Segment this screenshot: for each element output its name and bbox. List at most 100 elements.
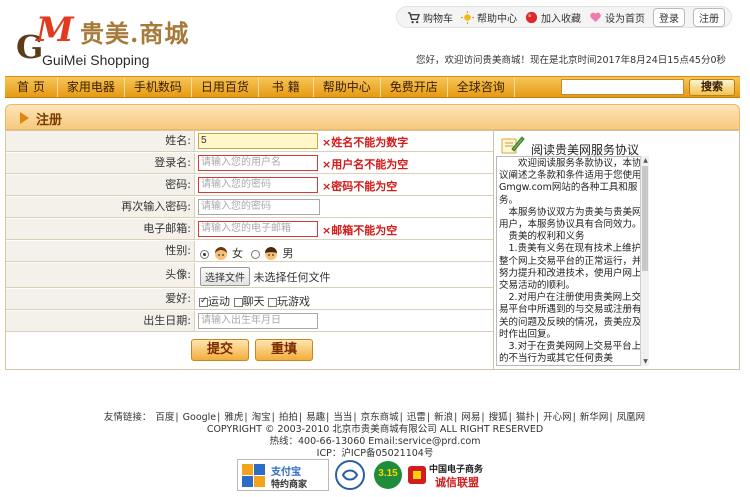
row-email: 电子邮箱: 请输入您的电子邮箱 ×邮箱不能为空 bbox=[6, 219, 496, 240]
shield-icon bbox=[335, 460, 365, 490]
agreement-paragraph: 本服务协议双方为贵美与贵美网用户，本服务协议具有合同效力。 bbox=[499, 206, 642, 231]
nav-item-digital[interactable]: 手机数码 bbox=[125, 77, 192, 97]
gender-female-label: 女 bbox=[232, 247, 243, 260]
homepage-label: 设为首页 bbox=[605, 13, 645, 25]
nav-item-help[interactable]: 帮助中心 bbox=[314, 77, 381, 97]
password-confirm-input[interactable]: 请输入您的密码 bbox=[198, 199, 320, 215]
row-password-confirm: 再次输入密码: 请输入您的密码 bbox=[6, 197, 496, 218]
reset-button[interactable]: 重填 bbox=[255, 339, 313, 361]
logo-mark-m: M bbox=[36, 10, 74, 50]
row-avatar: 头像: 选择文件 未选择任何文件 bbox=[6, 263, 496, 288]
hobby-game-label: 玩游戏 bbox=[277, 295, 310, 308]
password-input[interactable]: 请输入您的密码 bbox=[198, 177, 318, 193]
nav-item-global[interactable]: 全球咨询 bbox=[448, 77, 515, 97]
friend-link[interactable]: 雅虎 bbox=[223, 412, 244, 423]
email-error: ×邮箱不能为空 bbox=[322, 224, 398, 237]
ecommerce-sub-label: 诚信联盟 bbox=[435, 476, 479, 489]
hobby-sport-checkbox[interactable] bbox=[199, 296, 208, 307]
315-badge[interactable]: 3.15 bbox=[373, 459, 403, 491]
choose-file-button[interactable]: 选择文件 bbox=[200, 267, 250, 286]
nav-item-appliances[interactable]: 家用电器 bbox=[58, 77, 125, 97]
friend-link[interactable]: 开心网 bbox=[542, 412, 573, 423]
search-input[interactable] bbox=[561, 79, 684, 95]
row-password: 密码: 请输入您的密码 ×密码不能为空 bbox=[6, 175, 496, 196]
alipay-badge[interactable]: 支付宝 特约商家 bbox=[237, 459, 329, 491]
hobby-game-checkbox[interactable] bbox=[268, 297, 277, 307]
file-status: 未选择任何文件 bbox=[253, 271, 331, 284]
row-name: 姓名: 5 ×姓名不能为数字 bbox=[6, 131, 496, 152]
ecommerce-logo-icon bbox=[408, 466, 426, 484]
ecommerce-badge[interactable]: 中国电子商务 诚信联盟 bbox=[407, 459, 517, 491]
row-hobby: 爱好: 运动 聊天 玩游戏 bbox=[6, 289, 496, 310]
friend-link[interactable]: 拍拍 bbox=[278, 412, 299, 423]
name-input[interactable]: 5 bbox=[198, 133, 318, 149]
nav-item-daily[interactable]: 日用百货 bbox=[192, 77, 259, 97]
birthday-input[interactable]: 请输入出生年月日 bbox=[198, 313, 318, 329]
submit-button[interactable]: 提交 bbox=[191, 339, 249, 361]
agreement-header: 阅读贵美网服务协议 bbox=[494, 131, 739, 157]
avatar-label: 头像: bbox=[6, 263, 195, 287]
copyright-text: COPYRIGHT © 2003-2010 北京市贵美商城有限公司 ALL RI… bbox=[206, 424, 544, 435]
puzzle-icon bbox=[242, 464, 265, 487]
page-title: 注册 bbox=[36, 113, 63, 128]
scroll-up-icon[interactable]: ▲ bbox=[641, 156, 650, 165]
row-birthday: 出生日期: 请输入出生年月日 bbox=[6, 311, 496, 332]
copyright-block: COPYRIGHT © 2003-2010 北京市贵美商城有限公司 ALL RI… bbox=[0, 424, 750, 460]
alipay-label: 支付宝 bbox=[271, 467, 301, 478]
logo-en-text: GuiMei Shopping bbox=[42, 52, 150, 68]
scroll-down-icon[interactable]: ▼ bbox=[641, 357, 650, 366]
cart-label: 购物车 bbox=[423, 13, 453, 25]
search-button[interactable]: 搜索 bbox=[689, 79, 735, 96]
homepage-link[interactable]: 设为首页 bbox=[589, 10, 645, 25]
site-logo[interactable]: G M 贵美.商城 GuiMei Shopping bbox=[16, 10, 216, 70]
friend-link[interactable]: Google bbox=[182, 412, 218, 423]
friend-link[interactable]: 猫扑 bbox=[515, 412, 536, 423]
contact-text: 热线：400-66-13060 Email:service@prd.com bbox=[269, 436, 481, 447]
alipay-sub-label: 特约商家 bbox=[271, 480, 308, 490]
cart-link[interactable]: 购物车 bbox=[407, 10, 453, 25]
friend-links: 友情链接： 百度| Google| 雅虎| 淘宝| 拍拍| 易趣| 当当| 京东… bbox=[103, 412, 647, 423]
friend-link[interactable]: 搜狐 bbox=[488, 412, 509, 423]
name-label: 姓名: bbox=[6, 131, 195, 151]
arrow-right-icon bbox=[20, 112, 29, 124]
row-username: 登录名: 请输入您的用户名 ×用户名不能为空 bbox=[6, 153, 496, 174]
email-input[interactable]: 请输入您的电子邮箱 bbox=[198, 221, 318, 237]
friend-link[interactable]: 新华网 bbox=[579, 412, 610, 423]
pen-note-icon bbox=[501, 136, 525, 154]
favorite-link[interactable]: 加入收藏 bbox=[525, 10, 581, 25]
friend-link[interactable]: 新浪 bbox=[433, 412, 454, 423]
register-button[interactable]: 注册 bbox=[693, 7, 725, 27]
agreement-scrollbar[interactable]: ▲ ▼ bbox=[640, 156, 649, 366]
favorite-icon bbox=[525, 11, 538, 23]
friend-link[interactable]: 易趣 bbox=[305, 412, 326, 423]
agreement-text[interactable]: 欢迎阅读服务条款协议，本协议阐述之条款和条件适用于您使用Gmgw.com网站的各… bbox=[496, 156, 648, 366]
header: G M 贵美.商城 GuiMei Shopping 购物车 帮助中心 加入收藏 … bbox=[0, 0, 750, 76]
friend-link[interactable]: 当当 bbox=[332, 412, 353, 423]
main-nav: 首 页 家用电器 手机数码 日用百货 书 籍 帮助中心 免费开店 全球咨询 搜索 bbox=[5, 76, 740, 98]
gender-label: 性别: bbox=[6, 241, 195, 261]
username-error: ×用户名不能为空 bbox=[322, 158, 409, 171]
password-confirm-label: 再次输入密码: bbox=[6, 197, 195, 217]
friend-link[interactable]: 迅雷 bbox=[406, 412, 427, 423]
gender-male-radio[interactable] bbox=[250, 249, 260, 259]
agreement-paragraph: 欢迎阅读服务条款协议，本协议阐述之条款和条件适用于您使用Gmgw.com网站的各… bbox=[499, 158, 642, 206]
gender-female-radio[interactable] bbox=[200, 249, 209, 259]
scrollbar-thumb[interactable] bbox=[642, 166, 648, 271]
username-input[interactable]: 请输入您的用户名 bbox=[198, 155, 318, 171]
friend-link[interactable]: 淘宝 bbox=[251, 412, 272, 423]
friend-link[interactable]: 网易 bbox=[460, 412, 481, 423]
login-button[interactable]: 登录 bbox=[653, 7, 685, 27]
nav-item-home[interactable]: 首 页 bbox=[5, 77, 58, 97]
315-label: 3.15 bbox=[378, 468, 398, 479]
friend-link[interactable]: 京东商城 bbox=[360, 412, 400, 423]
hobby-chat-checkbox[interactable] bbox=[233, 297, 243, 307]
help-link[interactable]: 帮助中心 bbox=[461, 10, 517, 25]
friend-link[interactable]: 百度 bbox=[154, 412, 175, 423]
nav-item-books[interactable]: 书 籍 bbox=[259, 77, 314, 97]
friend-links-label: 友情链接： bbox=[103, 412, 152, 423]
friend-link[interactable]: 凤凰网 bbox=[616, 412, 647, 423]
nav-item-open-store[interactable]: 免费开店 bbox=[381, 77, 448, 97]
cart-icon bbox=[407, 11, 420, 23]
agreement-panel: 阅读贵美网服务协议 欢迎阅读服务条款协议，本协议阐述之条款和条件适用于您使用Gm… bbox=[493, 130, 740, 370]
cnnic-badge[interactable] bbox=[333, 459, 369, 491]
